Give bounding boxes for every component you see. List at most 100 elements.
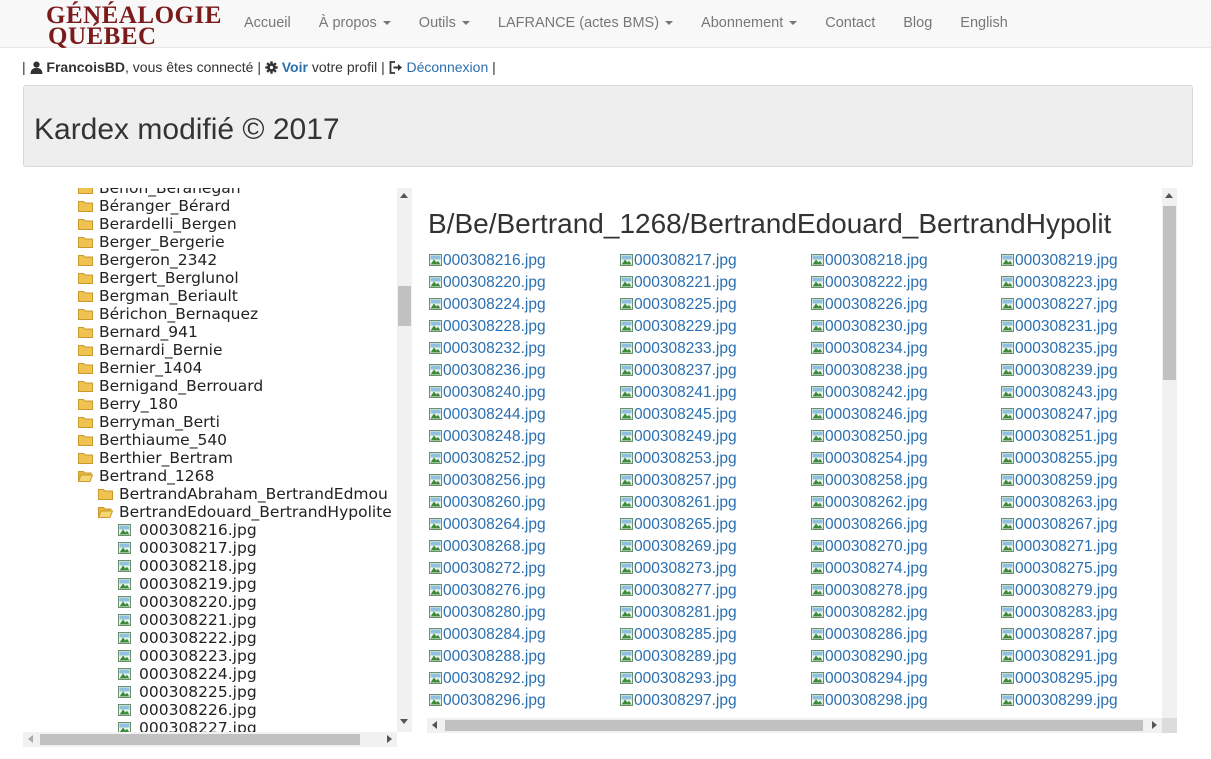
file-list-item[interactable]: 000308289.jpg [620,647,737,667]
file-link[interactable]: 000308299.jpg [1015,692,1118,709]
file-link[interactable]: 000308246.jpg [825,406,928,423]
file-list-item[interactable]: 000308248.jpg [429,427,546,447]
file-link[interactable]: 000308234.jpg [825,340,928,357]
tree-file-item[interactable]: 000308217.jpg [118,539,257,557]
file-list-item[interactable]: 000308223.jpg [1001,273,1118,293]
file-list-item[interactable]: 000308245.jpg [620,405,737,425]
file-list-item[interactable]: 000308252.jpg [429,449,546,469]
file-list-item[interactable]: 000308270.jpg [811,537,928,557]
file-list-item[interactable]: 000308257.jpg [620,471,737,491]
file-link[interactable]: 000308279.jpg [1015,582,1118,599]
file-link[interactable]: 000308230.jpg [825,318,928,335]
file-list-item[interactable]: 000308217.jpg [620,251,737,271]
scroll-down-arrow[interactable] [400,719,408,724]
file-link[interactable]: 000308258.jpg [825,472,928,489]
file-list-item[interactable]: 000308295.jpg [1001,669,1118,689]
tree-file-item[interactable]: 000308225.jpg [118,683,257,701]
file-list-item[interactable]: 000308260.jpg [429,493,546,513]
scroll-left-arrow[interactable] [28,735,33,743]
file-link[interactable]: 000308292.jpg [443,670,546,687]
file-link[interactable]: 000308260.jpg [443,494,546,511]
file-list-item[interactable]: 000308267.jpg [1001,515,1118,535]
file-list-item[interactable]: 000308285.jpg [620,625,737,645]
file-list-item[interactable]: 000308251.jpg [1001,427,1118,447]
file-list-item[interactable]: 000308286.jpg [811,625,928,645]
file-list-item[interactable]: 000308227.jpg [1001,295,1118,315]
scrollbar-thumb[interactable] [40,734,360,745]
file-list-item[interactable]: 000308219.jpg [1001,251,1118,271]
file-link[interactable]: 000308216.jpg [443,252,546,269]
nav-item[interactable]: Blog [889,0,946,48]
file-link[interactable]: 000308281.jpg [634,604,737,621]
file-list-item[interactable]: 000308228.jpg [429,317,546,337]
file-link[interactable]: 000308259.jpg [1015,472,1118,489]
file-link[interactable]: 000308225.jpg [634,296,737,313]
file-link[interactable]: 000308262.jpg [825,494,928,511]
file-list-item[interactable]: 000308265.jpg [620,515,737,535]
file-link[interactable]: 000308290.jpg [825,648,928,665]
file-link[interactable]: 000308275.jpg [1015,560,1118,577]
file-list-item[interactable]: 000308216.jpg [429,251,546,271]
file-list-item[interactable]: 000308297.jpg [620,691,737,711]
tree-vertical-scrollbar[interactable] [397,188,412,732]
file-link[interactable]: 000308248.jpg [443,428,546,445]
file-list-item[interactable]: 000308280.jpg [429,603,546,623]
tree-file-item[interactable]: 000308223.jpg [118,647,257,665]
file-list-item[interactable]: 000308283.jpg [1001,603,1118,623]
file-list-item[interactable]: 000308242.jpg [811,383,928,403]
view-profile-link[interactable]: Voir [282,59,308,75]
tree-folder-item[interactable]: Bergman_Beriault [78,287,238,305]
file-link[interactable]: 000308239.jpg [1015,362,1118,379]
file-link[interactable]: 000308244.jpg [443,406,546,423]
file-link[interactable]: 000308255.jpg [1015,450,1118,467]
file-list-item[interactable]: 000308240.jpg [429,383,546,403]
tree-file-item[interactable]: 000308224.jpg [118,665,257,683]
tree-folder-item[interactable]: BertrandAbraham_BertrandEdmou [98,485,388,503]
file-link[interactable]: 000308242.jpg [825,384,928,401]
file-list-item[interactable]: 000308255.jpg [1001,449,1118,469]
file-list-item[interactable]: 000308234.jpg [811,339,928,359]
file-list-item[interactable]: 000308299.jpg [1001,691,1118,711]
file-list-item[interactable]: 000308250.jpg [811,427,928,447]
file-link[interactable]: 000308250.jpg [825,428,928,445]
file-link[interactable]: 000308233.jpg [634,340,737,357]
file-link[interactable]: 000308278.jpg [825,582,928,599]
tree-folder-item[interactable]: Berry_180 [78,395,178,413]
scroll-right-arrow[interactable] [1152,721,1157,729]
file-list-item[interactable]: 000308262.jpg [811,493,928,513]
file-link[interactable]: 000308266.jpg [825,516,928,533]
scroll-up-arrow[interactable] [400,193,408,198]
file-link[interactable]: 000308285.jpg [634,626,737,643]
file-list-item[interactable]: 000308278.jpg [811,581,928,601]
site-logo[interactable]: GÉNÉALOGIE QUÉBEC [46,2,221,50]
file-list-item[interactable]: 000308243.jpg [1001,383,1118,403]
file-list-item[interactable]: 000308218.jpg [811,251,928,271]
file-list-item[interactable]: 000308224.jpg [429,295,546,315]
file-list-item[interactable]: 000308274.jpg [811,559,928,579]
logout-link[interactable]: Déconnexion [407,59,489,75]
file-link[interactable]: 000308261.jpg [634,494,737,511]
file-link[interactable]: 000308287.jpg [1015,626,1118,643]
tree-folder-item[interactable]: Bertrand_1268 [78,467,214,485]
file-list-item[interactable]: 000308241.jpg [620,383,737,403]
file-link[interactable]: 000308251.jpg [1015,428,1118,445]
file-list-item[interactable]: 000308236.jpg [429,361,546,381]
scrollbar-thumb[interactable] [1163,206,1176,380]
scrollbar-thumb[interactable] [445,720,1143,731]
nav-item[interactable]: LAFRANCE (actes BMS) [484,0,687,48]
tree-file-item[interactable]: 000308222.jpg [118,629,257,647]
tree-folder-item[interactable]: Berger_Bergerie [78,233,225,251]
file-list-item[interactable]: 000308284.jpg [429,625,546,645]
file-list-item[interactable]: 000308279.jpg [1001,581,1118,601]
file-list-item[interactable]: 000308272.jpg [429,559,546,579]
file-link[interactable]: 000308273.jpg [634,560,737,577]
file-link[interactable]: 000308238.jpg [825,362,928,379]
file-list-item[interactable]: 000308292.jpg [429,669,546,689]
file-link[interactable]: 000308268.jpg [443,538,546,555]
tree-folder-item[interactable]: Bernigand_Berrouard [78,377,263,395]
tree-folder-item[interactable]: Bérichon_Bernaquez [78,305,258,323]
file-link[interactable]: 000308228.jpg [443,318,546,335]
file-link[interactable]: 000308237.jpg [634,362,737,379]
file-link[interactable]: 000308295.jpg [1015,670,1118,687]
file-link[interactable]: 000308227.jpg [1015,296,1118,313]
